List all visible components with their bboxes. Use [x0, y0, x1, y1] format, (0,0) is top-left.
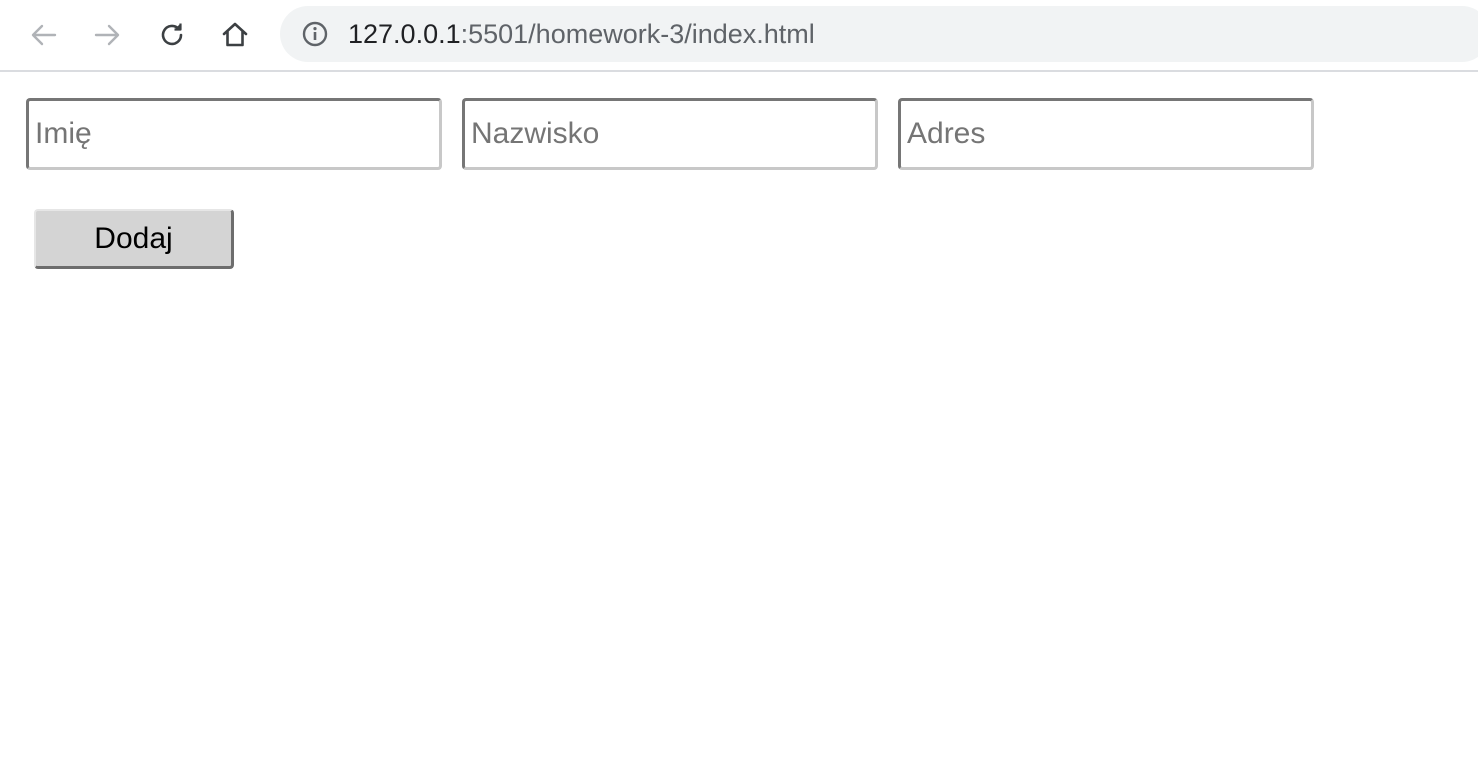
url-text[interactable]: 127.0.0.1:5501/homework-3/index.html	[348, 19, 815, 49]
address-bar[interactable]: 127.0.0.1:5501/homework-3/index.html	[280, 6, 1478, 62]
arrow-right-icon	[94, 24, 120, 46]
address-input[interactable]	[898, 98, 1314, 170]
forward-button[interactable]	[89, 17, 125, 53]
first-name-input[interactable]	[26, 98, 442, 170]
last-name-input[interactable]	[462, 98, 878, 170]
url-path: :5501/homework-3/index.html	[460, 19, 815, 49]
back-button[interactable]	[26, 17, 62, 53]
browser-toolbar: 127.0.0.1:5501/homework-3/index.html	[0, 0, 1478, 72]
home-button[interactable]	[217, 17, 253, 53]
info-icon[interactable]	[302, 21, 328, 47]
arrow-left-icon	[31, 24, 57, 46]
home-icon	[222, 22, 248, 47]
reload-button[interactable]	[154, 17, 190, 53]
reload-icon	[161, 23, 183, 46]
url-host: 127.0.0.1	[348, 19, 461, 49]
add-button[interactable]: Dodaj	[34, 209, 234, 269]
